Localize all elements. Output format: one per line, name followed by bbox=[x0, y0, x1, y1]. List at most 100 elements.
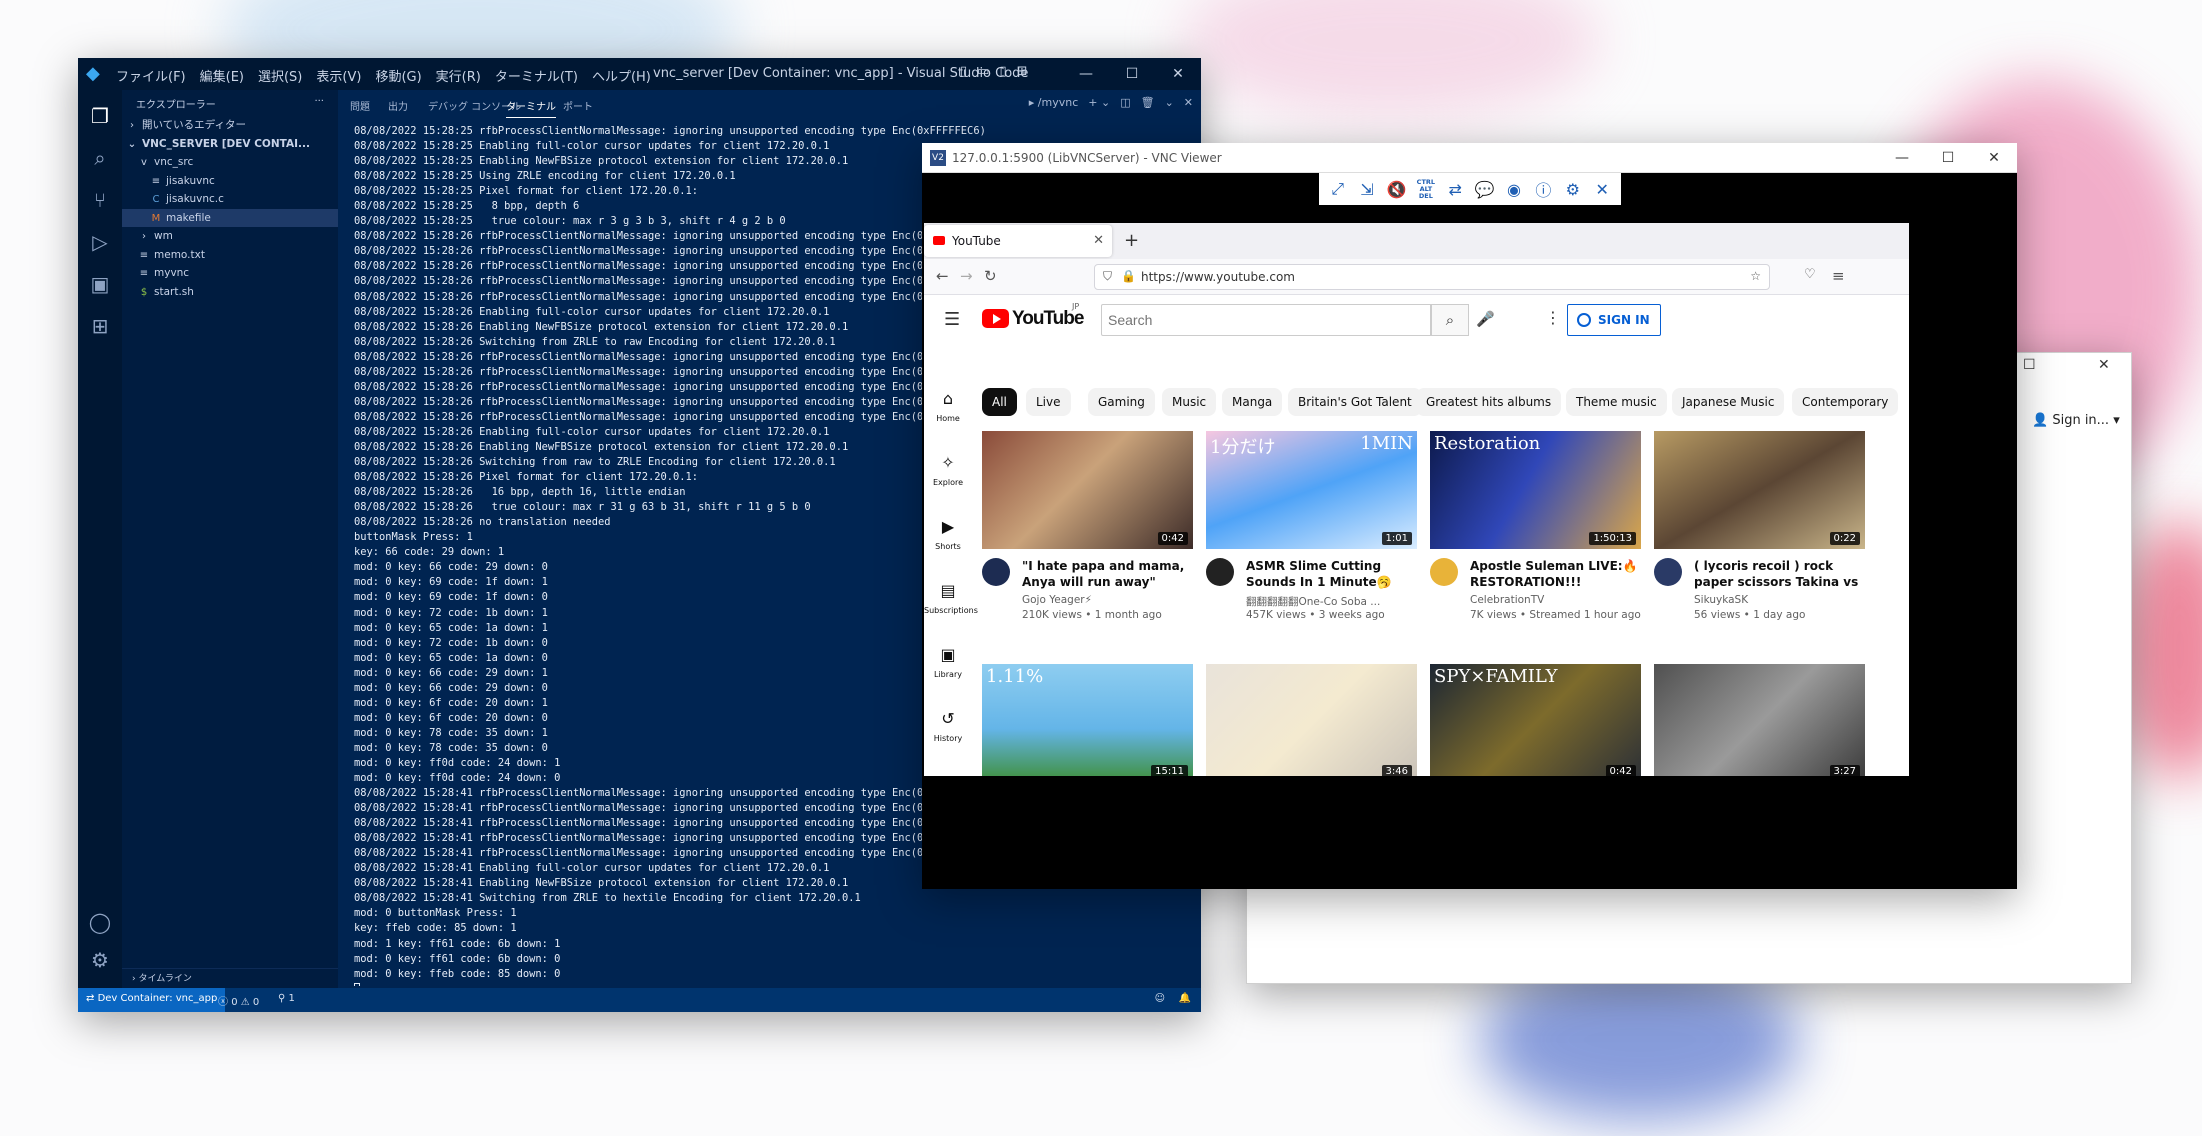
filter-chip[interactable]: Theme music bbox=[1566, 388, 1667, 416]
video-card[interactable]: 1.11% 15:11 bbox=[982, 664, 1193, 776]
filter-chip[interactable]: All bbox=[982, 388, 1017, 416]
video-card[interactable]: 0:22 ( lycoris recoil ) rock paper scisso… bbox=[1654, 431, 1865, 621]
settings-gear-icon[interactable]: ⚙ bbox=[88, 948, 112, 972]
problems-status[interactable]: ⓧ 0 ⚠ 0 bbox=[218, 993, 259, 1008]
toggle-panel-icon[interactable]: ▭ bbox=[977, 64, 989, 79]
video-card[interactable]: 0:42 "I hate papa and mama, Anya will run… bbox=[982, 431, 1193, 621]
video-title[interactable]: Apostle Suleman LIVE:🔥 RESTORATION!!! (W… bbox=[1470, 558, 1638, 590]
url-bar[interactable]: ⛉ 🔒 https://www.youtube.com ☆ bbox=[1094, 264, 1770, 290]
timeline-section[interactable]: › タイムライン bbox=[122, 968, 338, 988]
video-title[interactable]: ( lycoris recoil ) rock paper scissors T… bbox=[1694, 558, 1862, 590]
video-thumbnail[interactable]: 0:22 bbox=[1654, 431, 1865, 549]
search-icon[interactable]: ⌕ bbox=[88, 146, 112, 170]
video-thumbnail[interactable]: Restoration 1:50:13 bbox=[1430, 431, 1641, 549]
customize-layout-icon[interactable]: ⊞ bbox=[1017, 64, 1028, 79]
explorer-icon[interactable]: ❐ bbox=[88, 104, 112, 128]
close-icon[interactable]: ✕ bbox=[1971, 143, 2017, 173]
guide-item-home[interactable]: ⌂ Home bbox=[924, 389, 972, 423]
settings-gear-icon[interactable]: ⚙ bbox=[1562, 180, 1584, 199]
menu-item[interactable]: ヘルプ(H) bbox=[592, 66, 651, 85]
channel-avatar[interactable] bbox=[1654, 558, 1682, 586]
panel-tab[interactable]: ポート bbox=[563, 98, 593, 113]
terminal-prompt[interactable] bbox=[354, 982, 1194, 986]
notifications-bell-icon[interactable]: 🔔 bbox=[1179, 993, 1191, 1004]
source-control-icon[interactable]: ⑂ bbox=[88, 188, 112, 212]
tree-item[interactable]: $ start.sh bbox=[122, 283, 338, 302]
filter-chip[interactable]: Music bbox=[1162, 388, 1217, 416]
filter-chip[interactable]: Contemporary bbox=[1792, 388, 1899, 416]
remote-indicator[interactable]: ⇄ Dev Container: vnc_app bbox=[78, 988, 226, 1012]
maximize-icon[interactable]: ☐ bbox=[1109, 58, 1155, 90]
channel-name[interactable]: Gojo Yeager⚡ bbox=[1022, 594, 1092, 606]
transfer-files-icon[interactable]: ⇄ bbox=[1444, 180, 1466, 199]
record-icon[interactable]: ◉ bbox=[1503, 180, 1525, 199]
video-thumbnail[interactable]: 3:46 bbox=[1206, 664, 1417, 776]
guide-item-subscriptions[interactable]: ▤ Subscriptions bbox=[924, 581, 978, 615]
video-card[interactable]: 3:46 bbox=[1206, 664, 1417, 776]
bookmark-star-icon[interactable]: ☆ bbox=[1750, 269, 1761, 283]
maximize-icon[interactable]: ☐ bbox=[2023, 357, 2036, 373]
guide-item-history[interactable]: ↺ History bbox=[924, 709, 972, 743]
close-panel-icon[interactable]: ✕ bbox=[1184, 96, 1193, 109]
video-thumbnail[interactable]: 3:27 bbox=[1654, 664, 1865, 776]
video-card[interactable]: 1分だけ 1MIN 1:01 ASMR Slime Cutting Sounds In… bbox=[1206, 431, 1417, 621]
menu-item[interactable]: 移動(G) bbox=[375, 66, 421, 85]
tree-item[interactable]: › wm bbox=[122, 227, 338, 246]
filter-chip[interactable]: Japanese Music bbox=[1672, 388, 1785, 416]
tab-youtube[interactable]: YouTube ✕ bbox=[924, 225, 1112, 257]
ports-status[interactable]: ⚲ 1 bbox=[278, 993, 295, 1004]
pocket-icon[interactable]: ♡ bbox=[1804, 267, 1816, 282]
filter-chip[interactable]: Gaming bbox=[1088, 388, 1155, 416]
video-card[interactable]: SPY×FAMILY 0:42 bbox=[1430, 664, 1641, 776]
channel-avatar[interactable] bbox=[982, 558, 1010, 586]
filter-chip[interactable]: Live bbox=[1026, 388, 1071, 416]
video-thumbnail[interactable]: 0:42 bbox=[982, 431, 1193, 549]
filter-chip[interactable]: Greatest hits albums bbox=[1416, 388, 1562, 416]
panel-tab[interactable]: ターミナル bbox=[506, 98, 556, 118]
close-icon[interactable]: ✕ bbox=[1155, 58, 1201, 90]
menu-item[interactable]: ターミナル(T) bbox=[495, 66, 578, 85]
scale-icon[interactable]: ⇲ bbox=[1356, 180, 1378, 199]
reload-icon[interactable]: ↻ bbox=[984, 267, 997, 285]
remote-explorer-icon[interactable]: ▣ bbox=[88, 272, 112, 296]
info-icon[interactable]: ⓘ bbox=[1532, 177, 1554, 201]
channel-avatar[interactable] bbox=[1430, 558, 1458, 586]
maximize-icon[interactable]: ☐ bbox=[1925, 143, 1971, 173]
tree-item[interactable]: Mmakefile bbox=[122, 208, 338, 227]
back-icon[interactable]: ← bbox=[936, 267, 949, 285]
new-terminal-icon[interactable]: + ⌄ bbox=[1088, 96, 1110, 109]
run-debug-icon[interactable]: ▷ bbox=[88, 230, 112, 254]
guide-item-shorts[interactable]: ▶ Shorts bbox=[924, 517, 972, 551]
fullscreen-icon[interactable]: ⤢ bbox=[1327, 179, 1349, 199]
guide-menu-icon[interactable]: ☰ bbox=[944, 309, 960, 330]
search-button[interactable]: ⌕ bbox=[1431, 304, 1469, 336]
video-title[interactable]: ASMR Slime Cutting Sounds In 1 Minute🥱 1… bbox=[1246, 558, 1414, 590]
minimize-icon[interactable]: — bbox=[1879, 143, 1925, 173]
minimize-icon[interactable]: — bbox=[1063, 58, 1109, 90]
close-icon[interactable]: ✕ bbox=[2098, 357, 2110, 373]
voice-search-icon[interactable]: 🎤 bbox=[1476, 310, 1495, 328]
terminal-name[interactable]: ▸ /myvnc bbox=[1029, 96, 1079, 109]
new-tab-icon[interactable]: + bbox=[1124, 230, 1139, 251]
channel-name[interactable]: CelebrationTV bbox=[1470, 594, 1544, 606]
tree-item[interactable]: ≡ memo.txt bbox=[122, 246, 338, 265]
more-actions-icon[interactable]: ··· bbox=[314, 96, 324, 110]
search-input[interactable] bbox=[1101, 304, 1431, 336]
feedback-icon[interactable]: ☺ bbox=[1155, 993, 1165, 1004]
video-card[interactable]: Restoration 1:50:13 Apostle Suleman LIVE:🔥… bbox=[1430, 431, 1641, 621]
forward-icon[interactable]: → bbox=[960, 267, 973, 285]
chevron-down-icon[interactable]: ⌄ bbox=[1165, 96, 1174, 109]
menu-item[interactable]: ファイル(F) bbox=[116, 66, 186, 85]
app-menu-icon[interactable]: ≡ bbox=[1832, 267, 1845, 285]
open-editors-section[interactable]: › 開いているエディター bbox=[122, 116, 338, 135]
guide-item-explore[interactable]: ✧ Explore bbox=[924, 453, 972, 487]
close-tab-icon[interactable]: ✕ bbox=[1093, 233, 1104, 248]
signin-button[interactable]: SIGN IN bbox=[1567, 304, 1661, 336]
ctrl-alt-del-button[interactable]: CTRL ALT DEL bbox=[1415, 178, 1437, 200]
workspace-section[interactable]: ⌄ VNC_SERVER [DEV CONTAI... bbox=[122, 135, 338, 154]
guide-item-library[interactable]: ▣ Library bbox=[924, 645, 972, 679]
channel-name[interactable]: SikuykaSK bbox=[1694, 594, 1748, 606]
split-terminal-icon[interactable]: ◫ bbox=[1120, 96, 1130, 109]
tree-item[interactable]: v vnc_src bbox=[122, 153, 338, 172]
channel-avatar[interactable] bbox=[1206, 558, 1234, 586]
